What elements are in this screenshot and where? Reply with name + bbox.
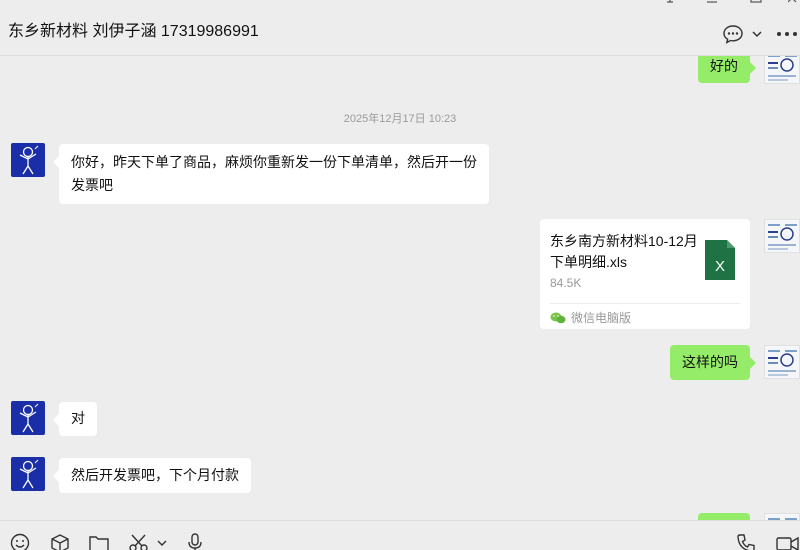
chevron-down-icon — [752, 31, 762, 38]
minimize-icon[interactable] — [706, 0, 718, 6]
chat-title: 东乡新材料 刘伊子涵 17319986991 — [8, 23, 259, 40]
chevron-down-icon[interactable] — [156, 539, 168, 549]
close-icon[interactable] — [788, 0, 800, 6]
message-text: 然后开发票吧，下个月付款 — [71, 467, 239, 483]
message-text: 这样的吗 — [682, 354, 738, 370]
message-bubble-right[interactable] — [698, 513, 750, 520]
my-avatar-image — [768, 350, 797, 376]
message-list[interactable]: 好的 2025年12月17日 10:23 你好，昨天下单了商品，麻烦你重新发一份… — [0, 56, 800, 520]
contact-avatar[interactable] — [11, 401, 45, 435]
my-avatar[interactable] — [764, 513, 800, 520]
file-name: 东乡南方新材料10-12月下单明细.xls — [550, 233, 698, 270]
message-bubble-right[interactable]: 好的 — [698, 56, 756, 83]
file-message-card[interactable]: 东乡南方新材料10-12月下单明细.xls 84.5K X 微信电脑版 — [540, 219, 750, 329]
wechat-icon — [550, 312, 566, 324]
contact-avatar-image — [19, 145, 39, 175]
message-text: 你好，昨天下单了商品，麻烦你重新发一份下单清单，然后开一份发票吧 — [71, 154, 477, 193]
cube-icon[interactable] — [50, 533, 70, 550]
my-avatar-image — [768, 224, 797, 250]
emoji-icon[interactable] — [10, 533, 30, 550]
file-source: 微信电脑版 — [550, 309, 631, 326]
chat-bubble-icon — [723, 25, 743, 44]
contact-avatar[interactable] — [11, 457, 45, 491]
chat-header: 东乡新材料 刘伊子涵 17319986991 — [0, 0, 800, 56]
my-avatar[interactable] — [764, 345, 800, 379]
chat-options-button[interactable] — [722, 24, 764, 44]
message-bubble-left[interactable]: 然后开发票吧，下个月付款 — [53, 458, 251, 493]
more-dots-icon — [777, 32, 797, 36]
phone-icon[interactable] — [736, 533, 756, 550]
message-timestamp: 2025年12月17日 10:23 — [343, 113, 457, 125]
microphone-icon[interactable] — [186, 533, 204, 550]
message-bubble-left[interactable]: 对 — [53, 402, 97, 436]
message-bubble-left[interactable]: 你好，昨天下单了商品，麻烦你重新发一份下单清单，然后开一份发票吧 — [53, 144, 489, 204]
contact-avatar-image — [19, 403, 39, 433]
my-avatar-image — [768, 56, 797, 81]
contact-avatar-image — [19, 459, 39, 489]
pin-icon[interactable] — [664, 0, 676, 6]
file-card-divider — [550, 303, 740, 304]
message-text: 好的 — [710, 58, 738, 74]
my-avatar[interactable] — [764, 219, 800, 253]
more-button[interactable] — [776, 30, 798, 38]
file-size: 84.5K — [550, 276, 582, 290]
folder-icon[interactable] — [88, 533, 110, 550]
svg-text:X: X — [715, 258, 725, 275]
my-avatar[interactable] — [764, 56, 800, 84]
input-toolbar — [0, 520, 800, 550]
contact-avatar[interactable] — [11, 143, 45, 177]
message-bubble-right[interactable]: 这样的吗 — [670, 345, 756, 380]
maximize-icon[interactable] — [750, 0, 762, 6]
file-source-label: 微信电脑版 — [571, 311, 632, 325]
scissors-icon[interactable] — [128, 533, 150, 550]
excel-file-icon: X — [705, 240, 735, 280]
message-text: 对 — [71, 410, 85, 426]
video-call-icon[interactable] — [776, 533, 800, 550]
